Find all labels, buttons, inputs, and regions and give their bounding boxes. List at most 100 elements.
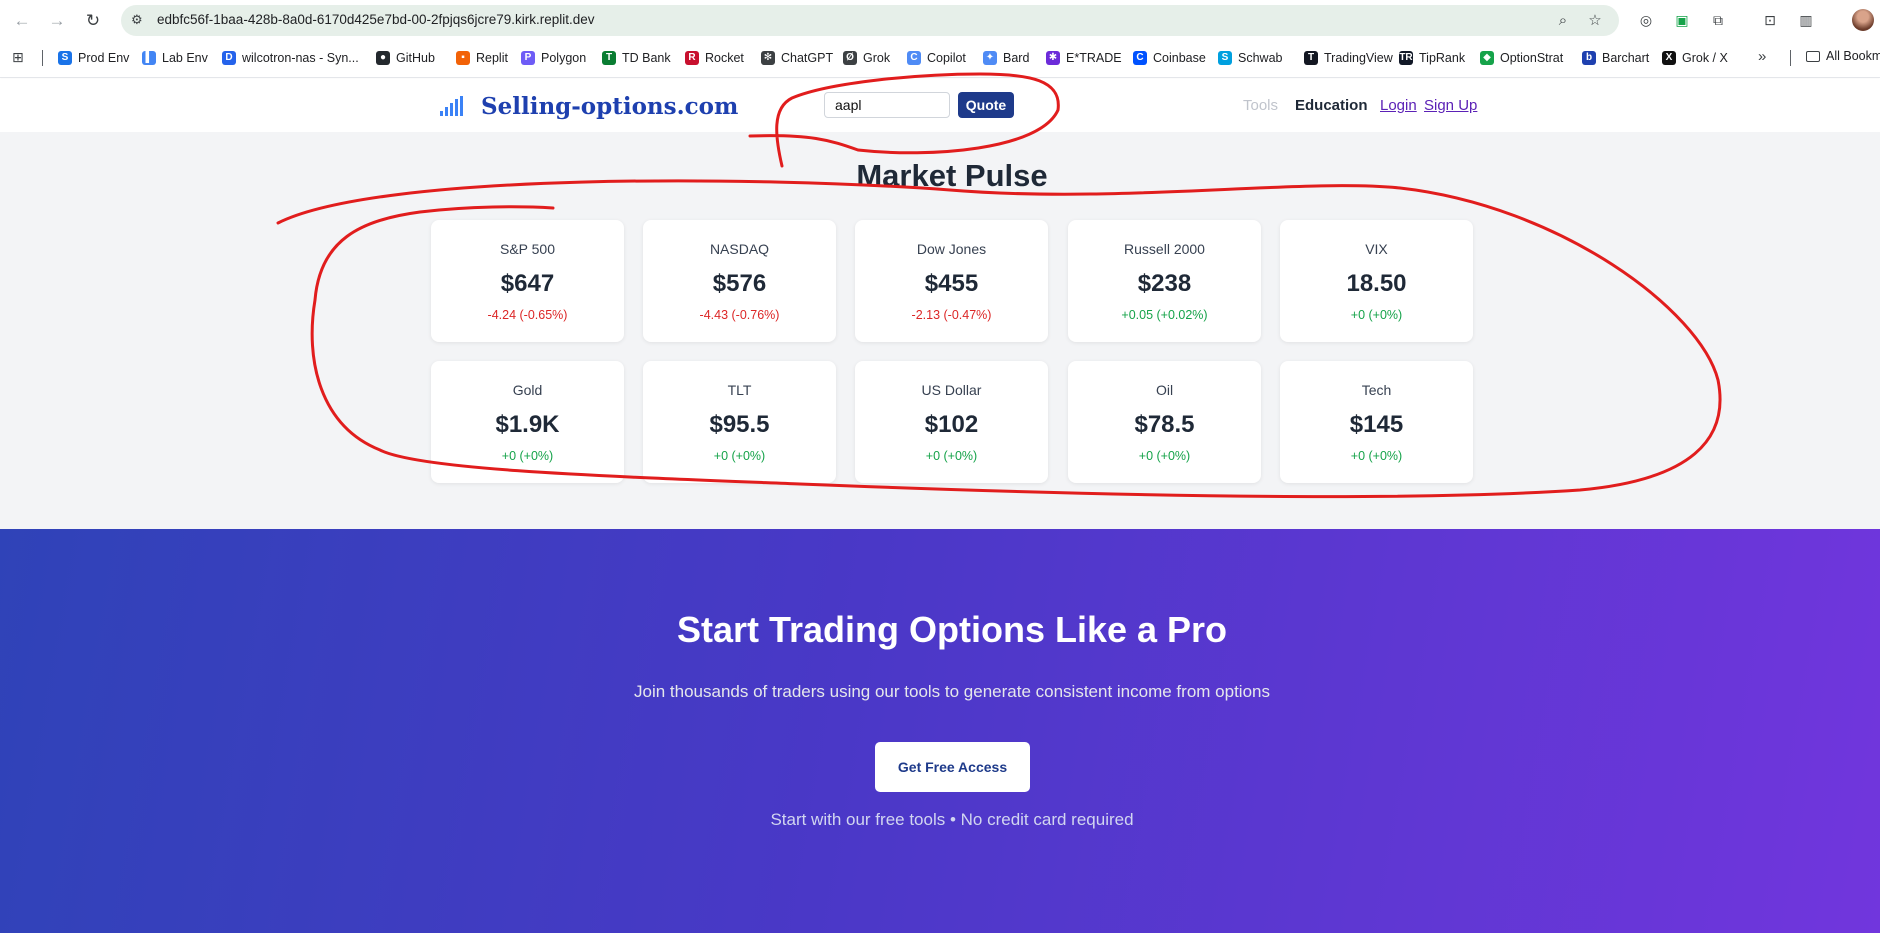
more-bookmarks-icon[interactable]: » [1758, 48, 1766, 65]
market-card[interactable]: Russell 2000 $238 +0.05 (+0.02%) [1068, 220, 1261, 342]
bookmark-label: Rocket [705, 51, 744, 65]
market-card[interactable]: S&P 500 $647 -4.24 (-0.65%) [431, 220, 624, 342]
bookmark-item[interactable]: T TD Bank [602, 49, 671, 67]
bookmark-item[interactable]: R Rocket [685, 49, 744, 67]
get-free-access-button[interactable]: Get Free Access [875, 742, 1030, 792]
bookmark-favicon-icon: ◆ [1480, 51, 1494, 65]
bookmark-label: Schwab [1238, 51, 1283, 65]
market-card[interactable]: Dow Jones $455 -2.13 (-0.47%) [855, 220, 1048, 342]
bookmark-label: E*TRADE [1066, 51, 1122, 65]
site-header: Selling-options.com Quote Tools Educatio… [0, 79, 1880, 132]
market-card-name: Oil [1155, 382, 1174, 398]
profile-avatar[interactable] [1852, 9, 1874, 31]
bookmark-favicon-icon: TR [1399, 51, 1413, 65]
bookmark-label: Grok [863, 51, 891, 65]
bookmark-item[interactable]: T TradingView [1304, 49, 1393, 67]
market-card-value: $647 [500, 270, 555, 297]
bookmark-item[interactable]: Ø Grok [843, 49, 890, 67]
nav-education[interactable]: Education [1295, 97, 1368, 114]
market-card-value: $576 [712, 270, 767, 297]
login-link[interactable]: Login [1380, 97, 1417, 114]
url-text[interactable]: edbfc56f-1baa-428b-8a0d-6170d425e7bd-00-… [157, 12, 595, 27]
tab-search-icon[interactable]: ⊡ [1760, 10, 1780, 30]
apps-grid-icon[interactable]: ⊞ [12, 49, 28, 65]
bookmark-favicon-icon: b [1582, 51, 1596, 65]
bookmark-label: TipRank [1419, 51, 1466, 65]
bookmark-item[interactable]: ✦ Bard [983, 49, 1029, 67]
bookmark-item[interactable]: Dwilcotron-nas - Syn... [222, 49, 359, 67]
market-card[interactable]: VIX 18.50 +0 (+0%) [1280, 220, 1473, 342]
site-info-icon[interactable]: ⚙ [131, 12, 147, 28]
bookmark-item[interactable]: b Barchart [1582, 49, 1649, 67]
market-card-name: Gold [512, 382, 543, 398]
bookmark-favicon-icon: T [602, 51, 616, 65]
market-card[interactable]: NASDAQ $576 -4.43 (-0.76%) [643, 220, 836, 342]
market-card-change: +0 (+0%) [1350, 308, 1403, 322]
cta-subtitle: Join thousands of traders using our tool… [634, 682, 1270, 701]
market-card-value: $145 [1349, 411, 1404, 438]
zoom-icon[interactable]: ⌕ [1553, 11, 1573, 31]
site-logo[interactable]: Selling-options.com [481, 93, 738, 120]
bookmarks-bar: ⊞ S Prod Env ▌ Lab Env Dwilcotron-nas - Syn.… [0, 42, 1880, 72]
bookmark-item[interactable]: X Grok / X [1662, 49, 1728, 67]
bookmark-favicon-icon: P [521, 51, 535, 65]
bookmark-item[interactable]: P Polygon [521, 49, 586, 67]
market-pulse-section: Market Pulse S&P 500 $647 -4.24 (-0.65%) NA… [0, 132, 1880, 529]
bookmark-item[interactable]: S Schwab [1218, 49, 1282, 67]
market-card-value: $238 [1137, 270, 1192, 297]
bookmark-favicon-icon: ▪ [456, 51, 470, 65]
ticker-search-input[interactable] [824, 92, 950, 118]
extension-openai-icon[interactable]: ◎ [1636, 10, 1656, 30]
bookmark-item[interactable]: ● GitHub [376, 49, 435, 67]
market-card-change: +0 (+0%) [1350, 449, 1403, 463]
market-card[interactable]: Gold $1.9K +0 (+0%) [431, 361, 624, 483]
bookmark-label: Coinbase [1153, 51, 1206, 65]
bookmark-item[interactable]: C Coinbase [1133, 49, 1206, 67]
market-card[interactable]: Oil $78.5 +0 (+0%) [1068, 361, 1261, 483]
market-card[interactable]: TLT $95.5 +0 (+0%) [643, 361, 836, 483]
bookmark-label: OptionStrat [1500, 51, 1564, 65]
extensions-puzzle-icon[interactable]: ⧉ [1708, 10, 1728, 30]
all-bookmarks-folder[interactable]: All Bookm [1806, 49, 1880, 63]
market-card-change: -4.24 (-0.65%) [487, 308, 568, 322]
bookmark-favicon-icon: S [58, 51, 72, 65]
back-icon[interactable]: ← [10, 9, 34, 33]
bookmark-label: wilcotron-nas - Syn... [242, 51, 359, 65]
market-card-change: +0 (+0%) [501, 449, 554, 463]
bookmark-label: Barchart [1602, 51, 1650, 65]
market-card-value: $102 [924, 411, 979, 438]
bookmark-item[interactable]: ✱ E*TRADE [1046, 49, 1122, 67]
bookmark-item[interactable]: ✻ ChatGPT [761, 49, 833, 67]
reading-mode-icon[interactable]: ▥ [1796, 10, 1816, 30]
bookmark-item[interactable]: S Prod Env [58, 49, 129, 67]
signup-link[interactable]: Sign Up [1424, 97, 1477, 114]
signal-bars-logo-icon[interactable] [440, 96, 464, 116]
all-bookmarks-label: All Bookm [1826, 49, 1880, 63]
bookmark-label: GitHub [396, 51, 435, 65]
bookmark-item[interactable]: C Copilot [907, 49, 966, 67]
bookmark-item[interactable]: ◆ OptionStrat [1480, 49, 1563, 67]
reload-icon[interactable]: ↻ [81, 9, 105, 33]
bookmark-label: ChatGPT [781, 51, 834, 65]
extension-green-icon[interactable]: ▣ [1672, 10, 1692, 30]
market-card-change: -4.43 (-0.76%) [699, 308, 780, 322]
nav-tools[interactable]: Tools [1243, 97, 1278, 114]
market-card[interactable]: Tech $145 +0 (+0%) [1280, 361, 1473, 483]
market-card-name: S&P 500 [499, 241, 555, 257]
market-card-change: +0 (+0%) [713, 449, 766, 463]
address-bar[interactable]: ⚙ edbfc56f-1baa-428b-8a0d-6170d425e7bd-0… [121, 5, 1619, 36]
bookmark-favicon-icon: S [1218, 51, 1232, 65]
bookmarks-separator [42, 50, 43, 66]
market-card-change: +0 (+0%) [925, 449, 978, 463]
bookmark-item[interactable]: TR TipRank [1399, 49, 1465, 67]
cta-section: Start Trading Options Like a Pro Join th… [0, 529, 1880, 933]
bookmark-star-icon[interactable]: ☆ [1585, 11, 1605, 31]
bookmark-item[interactable]: ▌ Lab Env [142, 49, 208, 67]
bookmark-favicon-icon: ● [376, 51, 390, 65]
browser-chrome: ← → ↻ ⚙ edbfc56f-1baa-428b-8a0d-6170d425… [0, 0, 1880, 78]
bookmark-item[interactable]: ▪ Replit [456, 49, 508, 67]
forward-icon[interactable]: → [45, 9, 69, 33]
market-card-value: 18.50 [1346, 270, 1407, 297]
quote-button[interactable]: Quote [958, 92, 1014, 118]
market-card[interactable]: US Dollar $102 +0 (+0%) [855, 361, 1048, 483]
